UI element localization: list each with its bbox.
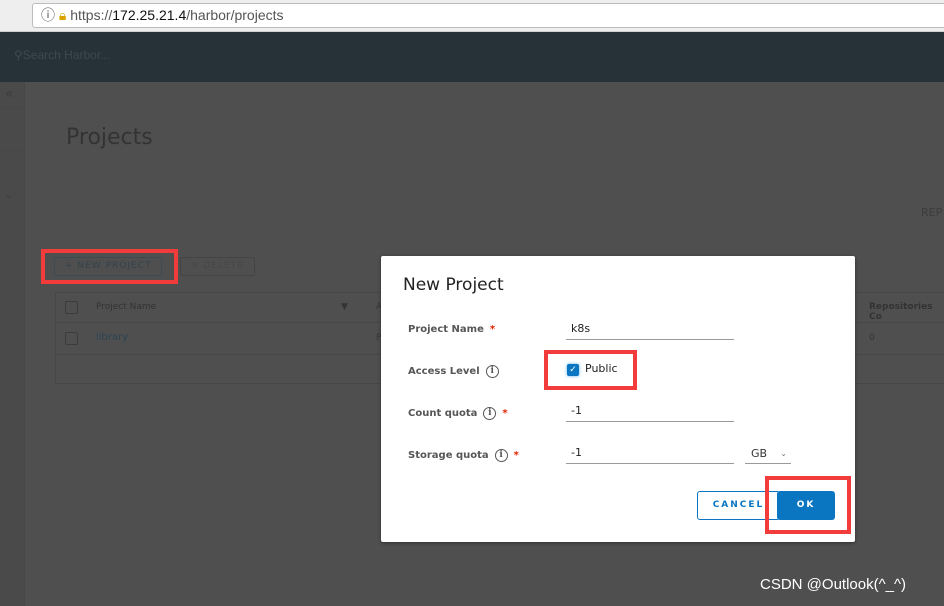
highlight-box	[765, 476, 851, 534]
info-icon[interactable]: i	[494, 449, 508, 462]
required-marker: *	[489, 324, 496, 335]
highlight-box	[41, 249, 178, 284]
count-quota-label: Count quota i *	[408, 407, 508, 420]
page-title: Projects	[66, 125, 153, 150]
search-harbor[interactable]: ⚲Search Harbor...	[14, 48, 110, 62]
storage-unit-select[interactable]: GB ⌄	[745, 444, 791, 464]
divider	[0, 108, 25, 109]
repo-stat-label: REP	[921, 206, 943, 219]
project-name-label: Project Name *	[408, 324, 496, 335]
row-checkbox[interactable]	[65, 332, 78, 345]
lock-warning-icon[interactable]: 🔒︎	[59, 7, 66, 23]
delete-button[interactable]: ✕ DELETE	[180, 257, 255, 276]
info-icon[interactable]: ⓘ	[41, 7, 55, 23]
url-bar[interactable]: ⓘ 🔒︎ https://172.25.21.4/harbor/projects	[32, 3, 944, 28]
info-icon[interactable]: i	[483, 407, 497, 420]
watermark: CSDN @Outlook(^_^)	[760, 576, 907, 593]
dialog-title: New Project	[403, 275, 504, 295]
column-header[interactable]: Project Name	[96, 302, 156, 312]
count-quota-input[interactable]: -1	[566, 402, 734, 422]
repos-count-cell: 0	[869, 333, 875, 343]
filter-icon[interactable]: ▼	[341, 302, 348, 312]
chevron-down-icon[interactable]: ⌄	[4, 188, 13, 201]
info-icon[interactable]: i	[485, 365, 499, 378]
required-marker: *	[502, 408, 508, 419]
select-all-checkbox[interactable]	[65, 301, 78, 314]
project-link[interactable]: library	[96, 332, 128, 343]
access-level-label: Access Level i	[408, 365, 499, 378]
browser-toolbar: ⓘ 🔒︎ https://172.25.21.4/harbor/projects	[0, 0, 944, 32]
storage-quota-input[interactable]: -1	[566, 444, 734, 464]
app-header	[0, 32, 944, 82]
project-name-input[interactable]: k8s	[566, 320, 734, 340]
search-icon: ⚲	[14, 48, 23, 62]
highlight-box	[544, 350, 637, 390]
column-header[interactable]: Repositories Co	[869, 302, 944, 322]
divider	[0, 150, 25, 151]
chevron-down-icon: ⌄	[780, 449, 787, 458]
required-marker: *	[513, 450, 519, 461]
storage-quota-label: Storage quota i *	[408, 449, 519, 462]
collapse-sidebar-icon[interactable]: «	[5, 86, 14, 102]
sidebar: « ⌄	[0, 82, 25, 606]
